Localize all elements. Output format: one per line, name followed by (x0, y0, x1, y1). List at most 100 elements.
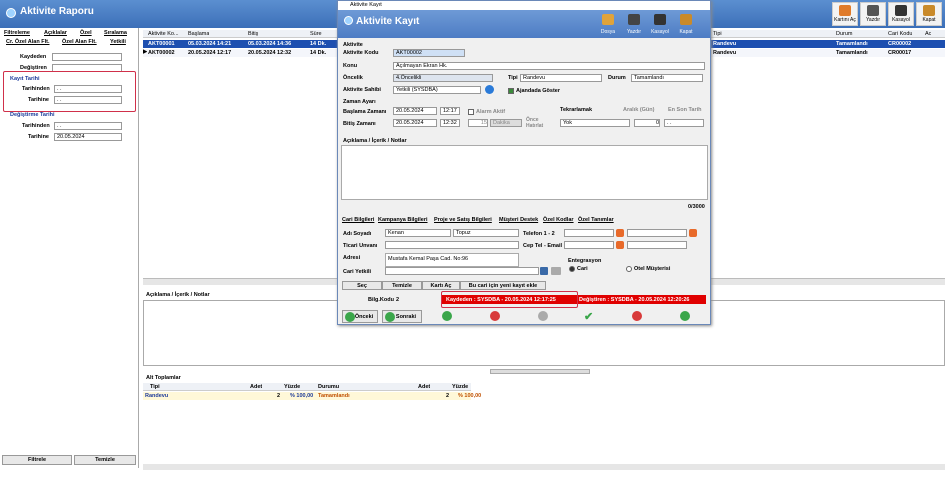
dialog-cash-button[interactable]: Kasayol (648, 12, 672, 36)
remove-icon[interactable] (490, 311, 500, 321)
tab-aciklalar[interactable]: Açıklalar (44, 30, 67, 36)
tab-ozel[interactable]: Özel (80, 30, 92, 36)
en-son-input[interactable]: . . (664, 119, 704, 127)
tab-cr-ozel-alan[interactable]: Cr. Özel Alan Flt. (6, 39, 50, 45)
oncelik-label: Öncelik (343, 75, 363, 81)
adi-input[interactable]: Kenan (385, 229, 451, 237)
col-bitis[interactable]: Bitiş (248, 31, 258, 37)
tipi-select[interactable]: Randevu (520, 74, 602, 82)
d-tarihinden-label: Tarihinden (22, 123, 50, 129)
email-input[interactable] (627, 241, 687, 249)
adi-label: Adı Soyadı (343, 231, 372, 237)
kod-input[interactable]: AKT00002 (393, 49, 465, 57)
temizle-button[interactable]: Temizle (382, 281, 422, 290)
ajanda-checkbox[interactable] (508, 88, 514, 94)
confirm-icon[interactable]: ✔ (584, 310, 593, 323)
tab-yetkili[interactable]: Yetkili (110, 39, 126, 45)
info-icon[interactable] (485, 85, 494, 94)
cash-button[interactable]: Kasayol (888, 2, 914, 26)
sahibi-label: Aktivite Sahibi (343, 87, 381, 93)
dialog-file-button[interactable]: Dosya (596, 12, 620, 36)
next-button[interactable]: Sonraki (382, 310, 422, 323)
phone-icon[interactable] (689, 229, 697, 237)
soyadi-input[interactable]: Topuz (453, 229, 519, 237)
bit-time-input[interactable]: 12:32 (440, 119, 460, 127)
tekrar-select[interactable]: Yok (560, 119, 630, 127)
tab-filtreleme[interactable]: Filtreleme (4, 30, 30, 36)
yeni-kayit-button[interactable]: Bu cari için yeni kayıt ekle (460, 281, 546, 290)
kaydeden-select[interactable] (52, 53, 122, 61)
cancel-icon[interactable] (632, 311, 642, 321)
karti-ac-button[interactable]: Kartı Aç (422, 281, 460, 290)
arrow-left-icon (345, 312, 355, 322)
tab-ozel-alan[interactable]: Özel Alan Flt. (62, 39, 97, 45)
col-cari-kodu[interactable]: Cari Kodu (888, 31, 912, 37)
tab-musteri-destek[interactable]: Müşteri Destek (499, 217, 538, 223)
col-sure[interactable]: Süre (310, 31, 322, 37)
bit-date-input[interactable]: 20.05.2024 (393, 119, 437, 127)
kayit-tarihine-input[interactable]: . . (54, 96, 122, 104)
splitter-handle[interactable] (490, 369, 590, 374)
bas-time-input[interactable]: 12:17 (440, 107, 460, 115)
refresh-icon[interactable] (538, 311, 548, 321)
tekrar-label: Tekrarlamak (560, 107, 593, 113)
col-durum[interactable]: Durum (836, 31, 853, 37)
phone-icon[interactable] (616, 229, 624, 237)
tab-kampanya[interactable]: Kampanya Bilgileri (378, 217, 428, 223)
filter-button[interactable]: Filtrele (2, 455, 72, 465)
tab-proje[interactable]: Proje ve Satış Bilgileri (434, 217, 492, 223)
sec-button[interactable]: Seç (342, 281, 382, 290)
telefon1-input[interactable] (564, 229, 614, 237)
cari-radio[interactable] (569, 266, 575, 272)
aralik-input[interactable]: 0 (634, 119, 660, 127)
open-card-icon (839, 5, 851, 16)
telefon2-input[interactable] (627, 229, 687, 237)
notlar-textarea[interactable] (341, 145, 708, 200)
open-card-button[interactable]: Kartını Aç (832, 2, 858, 26)
otel-radio[interactable] (626, 266, 632, 272)
bas-date-input[interactable]: 20.05.2024 (393, 107, 437, 115)
alarm-minutes-input[interactable]: 15 (468, 119, 488, 127)
dakika-select[interactable]: Dakika (490, 119, 522, 127)
durum-label: Durum (608, 75, 626, 81)
dialog-close-button[interactable]: Kapat (674, 12, 698, 36)
durum-select[interactable]: Tamamlandı (631, 74, 703, 82)
edit-icon[interactable] (551, 267, 561, 275)
unvan-input[interactable] (385, 241, 519, 249)
app-logo-icon (6, 8, 16, 18)
clear-button[interactable]: Temizle (74, 455, 136, 465)
tab-cari-bilgileri[interactable]: Cari Bilgileri (342, 217, 374, 223)
d-tarihine-input[interactable]: 20.05.2024 (54, 133, 122, 141)
cari-yetkili-input[interactable] (385, 267, 539, 275)
bilg-kodu-label: Bilg.Kodu (368, 297, 394, 303)
konu-input[interactable]: Açılmayan Ekran Hk. (393, 62, 705, 70)
bottom-scrollbar[interactable] (143, 464, 945, 470)
col-tipi[interactable]: Tipi (713, 31, 722, 37)
oncelik-select[interactable]: 4.Öncelikli (393, 74, 493, 82)
kayit-tarihinden-label: Tarihinden (22, 86, 50, 92)
col-ac[interactable]: Ac (925, 31, 931, 37)
previous-button[interactable]: Önceki (342, 310, 378, 323)
print-button[interactable]: Yazdır (860, 2, 886, 26)
cep-input[interactable] (564, 241, 614, 249)
add-icon[interactable] (442, 311, 452, 321)
exit-icon[interactable] (680, 311, 690, 321)
col-aktivite-kodu[interactable]: Aktivite Ko... (148, 31, 179, 37)
mobile-icon[interactable] (616, 241, 624, 249)
ajanda-label: Ajandada Göster (516, 88, 561, 94)
keyboard-icon[interactable] (540, 267, 548, 275)
aktivite-section: Aktivite (343, 42, 363, 48)
tab-ozel-kodlar[interactable]: Özel Kodlar (543, 217, 574, 223)
adres-textarea[interactable]: Mustafa Kemal Paşa Cad. No:96 (385, 253, 519, 267)
col-baslama[interactable]: Başlama (188, 31, 209, 37)
d-tarihinden-input[interactable]: . . (54, 122, 122, 130)
tab-ozel-tanimlar[interactable]: Özel Tanımlar (578, 217, 614, 223)
tab-siralama[interactable]: Sıralama (104, 30, 127, 36)
close-button[interactable]: Kapat (916, 2, 942, 26)
bilg-kodu-value: 2 (396, 297, 400, 303)
sahibi-select[interactable]: Yetkili (SYSDBA) (393, 86, 481, 94)
dialog-print-button[interactable]: Yazdır (622, 12, 646, 36)
printer-icon (628, 14, 640, 25)
alarm-checkbox[interactable] (468, 109, 474, 115)
kayit-tarihinden-input[interactable]: . . (54, 85, 122, 93)
